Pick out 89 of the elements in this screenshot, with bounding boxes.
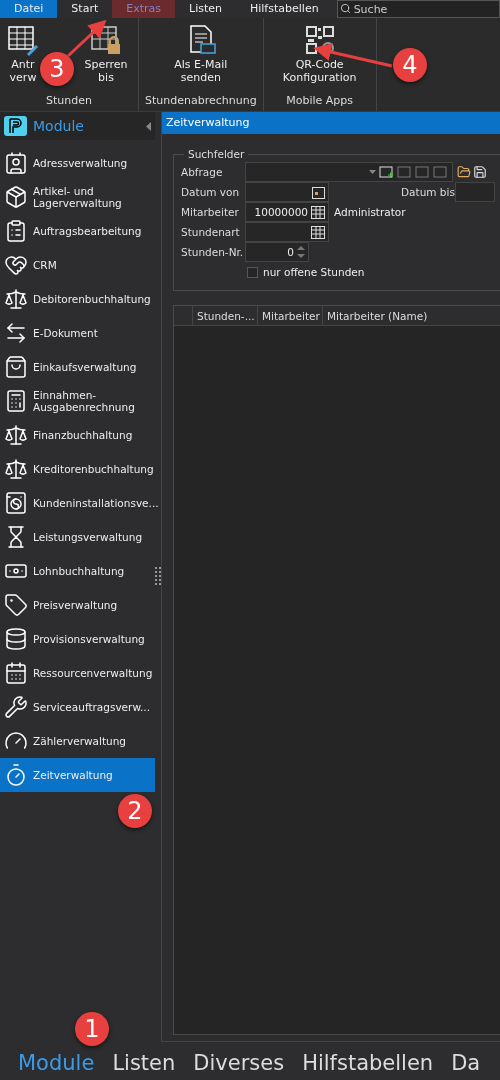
table-lookup-icon[interactable] bbox=[311, 205, 325, 219]
ribbon-button[interactable]: QR-Code Konfiguration bbox=[269, 18, 370, 94]
table-lock-icon bbox=[90, 24, 122, 56]
column-header[interactable]: Mitarbeiter bbox=[257, 306, 322, 325]
sidebar-item[interactable]: Einkaufsverwaltung bbox=[0, 350, 155, 384]
scale-icon bbox=[4, 423, 28, 447]
sidebar-item[interactable]: Einnahmen-Ausgabenrechnung bbox=[0, 384, 155, 418]
field-label: Datum bis bbox=[401, 186, 455, 198]
date-field[interactable] bbox=[245, 182, 329, 202]
calendar-icon[interactable] bbox=[312, 185, 325, 199]
menu-tab[interactable]: Listen bbox=[175, 0, 236, 18]
number-spinner[interactable]: 0 bbox=[245, 242, 309, 262]
clipboard-icon bbox=[4, 219, 28, 243]
bottom-tab[interactable]: Diverses bbox=[193, 1051, 285, 1075]
field-label: Datum von bbox=[181, 186, 241, 198]
column-header[interactable]: Mitarbeiter (Name) bbox=[322, 306, 500, 325]
group-label: Mobile Apps bbox=[286, 94, 354, 109]
sidebar-item[interactable]: E-Dokument bbox=[0, 316, 155, 350]
query-dropdown[interactable] bbox=[245, 162, 453, 182]
field-label: Stunden-Nr. bbox=[181, 246, 245, 258]
menu-tab[interactable]: Hilfstabellen bbox=[236, 0, 333, 18]
sidebar-item[interactable]: Kreditorenbuchhaltung bbox=[0, 452, 155, 486]
step-badge: 1 bbox=[75, 1012, 109, 1046]
employee-field[interactable]: 10000000 bbox=[245, 202, 329, 222]
database-icon bbox=[4, 627, 28, 651]
ribbon-button[interactable]: Sperren bis bbox=[80, 18, 132, 94]
splitter-grip-icon[interactable] bbox=[155, 567, 161, 587]
package-icon bbox=[4, 185, 28, 209]
calculator-icon bbox=[4, 389, 28, 413]
sidebar-item[interactable]: Finanzbuchhaltung bbox=[0, 418, 155, 452]
sidebar-item[interactable]: Leistungsverwaltung bbox=[0, 520, 155, 554]
step-badge: 2 bbox=[118, 794, 152, 828]
timer-icon bbox=[4, 763, 28, 787]
folder-icon[interactable] bbox=[457, 165, 471, 179]
field-label: Stundenart bbox=[181, 226, 241, 238]
sidebar-item[interactable]: Serviceauftragsverw... bbox=[0, 690, 155, 724]
field-label: Abfrage bbox=[181, 166, 224, 178]
panel-title: Zeitverwaltung bbox=[162, 112, 500, 134]
group-title: Suchfelder bbox=[187, 148, 246, 160]
sidebar-item[interactable]: Lohnbuchhaltung bbox=[0, 554, 155, 588]
dropdown-caret-icon bbox=[369, 170, 376, 174]
bottom-tab[interactable]: Listen bbox=[112, 1051, 176, 1075]
scale-icon bbox=[4, 287, 28, 311]
sidebar-item[interactable]: Zählerverwaltung bbox=[0, 724, 155, 758]
sidebar-item[interactable]: Adressverwaltung bbox=[0, 146, 155, 180]
sidebar-item[interactable]: Ressourcenverwaltung bbox=[0, 656, 155, 690]
tag-icon bbox=[4, 593, 28, 617]
spinner-arrows-icon bbox=[297, 245, 305, 259]
save-icon[interactable] bbox=[473, 165, 487, 179]
date-field[interactable] bbox=[455, 182, 495, 202]
scale-icon bbox=[4, 457, 28, 481]
menu-tab[interactable]: Datei bbox=[0, 0, 58, 18]
group-label: Stundenabrechnung bbox=[145, 94, 257, 109]
search-icon bbox=[339, 3, 351, 14]
bottom-tab[interactable]: Da bbox=[451, 1051, 481, 1075]
table-pencil-icon bbox=[7, 24, 39, 56]
sidebar-title: Module bbox=[33, 118, 85, 134]
wrench-icon bbox=[4, 695, 28, 719]
group-label: Stunden bbox=[46, 94, 92, 109]
toolbar-icons-drawing bbox=[379, 165, 449, 179]
arrows-icon bbox=[4, 321, 28, 345]
employee-name: Administrator bbox=[334, 206, 406, 218]
table-lookup-icon[interactable] bbox=[311, 225, 325, 239]
sidebar-item[interactable]: Provisionsverwaltung bbox=[0, 622, 155, 656]
collapse-icon[interactable] bbox=[146, 121, 151, 131]
field-label: Mitarbeiter bbox=[181, 206, 240, 218]
qr-code-gear-icon bbox=[303, 24, 336, 56]
logo-icon bbox=[4, 116, 27, 136]
ribbon-button[interactable]: Antr verw bbox=[6, 18, 40, 94]
bottom-tab[interactable]: Module bbox=[18, 1051, 95, 1075]
calendar-icon bbox=[4, 661, 28, 685]
sidebar-item[interactable]: Artikel- und Lagerverwaltung bbox=[0, 180, 155, 214]
checkbox[interactable] bbox=[247, 266, 258, 278]
sidebar-item[interactable]: Zeitverwaltung bbox=[0, 758, 155, 792]
bag-icon bbox=[4, 355, 28, 379]
sidebar-item[interactable]: Debitorenbuchhaltung bbox=[0, 282, 155, 316]
hour-type-field[interactable] bbox=[245, 222, 329, 242]
washing-machine-icon bbox=[4, 491, 28, 515]
column-header[interactable]: Stunden-... bbox=[192, 306, 257, 325]
checkbox-label: nur offene Stunden bbox=[263, 266, 365, 278]
sidebar-item[interactable]: Preisverwaltung bbox=[0, 588, 155, 622]
bottom-tab[interactable]: Hilfstabellen bbox=[302, 1051, 434, 1075]
contact-card-icon bbox=[4, 151, 28, 175]
menu-tab[interactable]: Start bbox=[57, 0, 113, 18]
sidebar-item[interactable]: CRM bbox=[0, 248, 155, 282]
annotation-arrow bbox=[66, 19, 107, 58]
ribbon-button[interactable]: Als E-Mail senden bbox=[150, 18, 251, 94]
sidebar-item[interactable]: Auftragsbearbeitung bbox=[0, 214, 155, 248]
search-field[interactable]: Suche bbox=[336, 0, 500, 18]
